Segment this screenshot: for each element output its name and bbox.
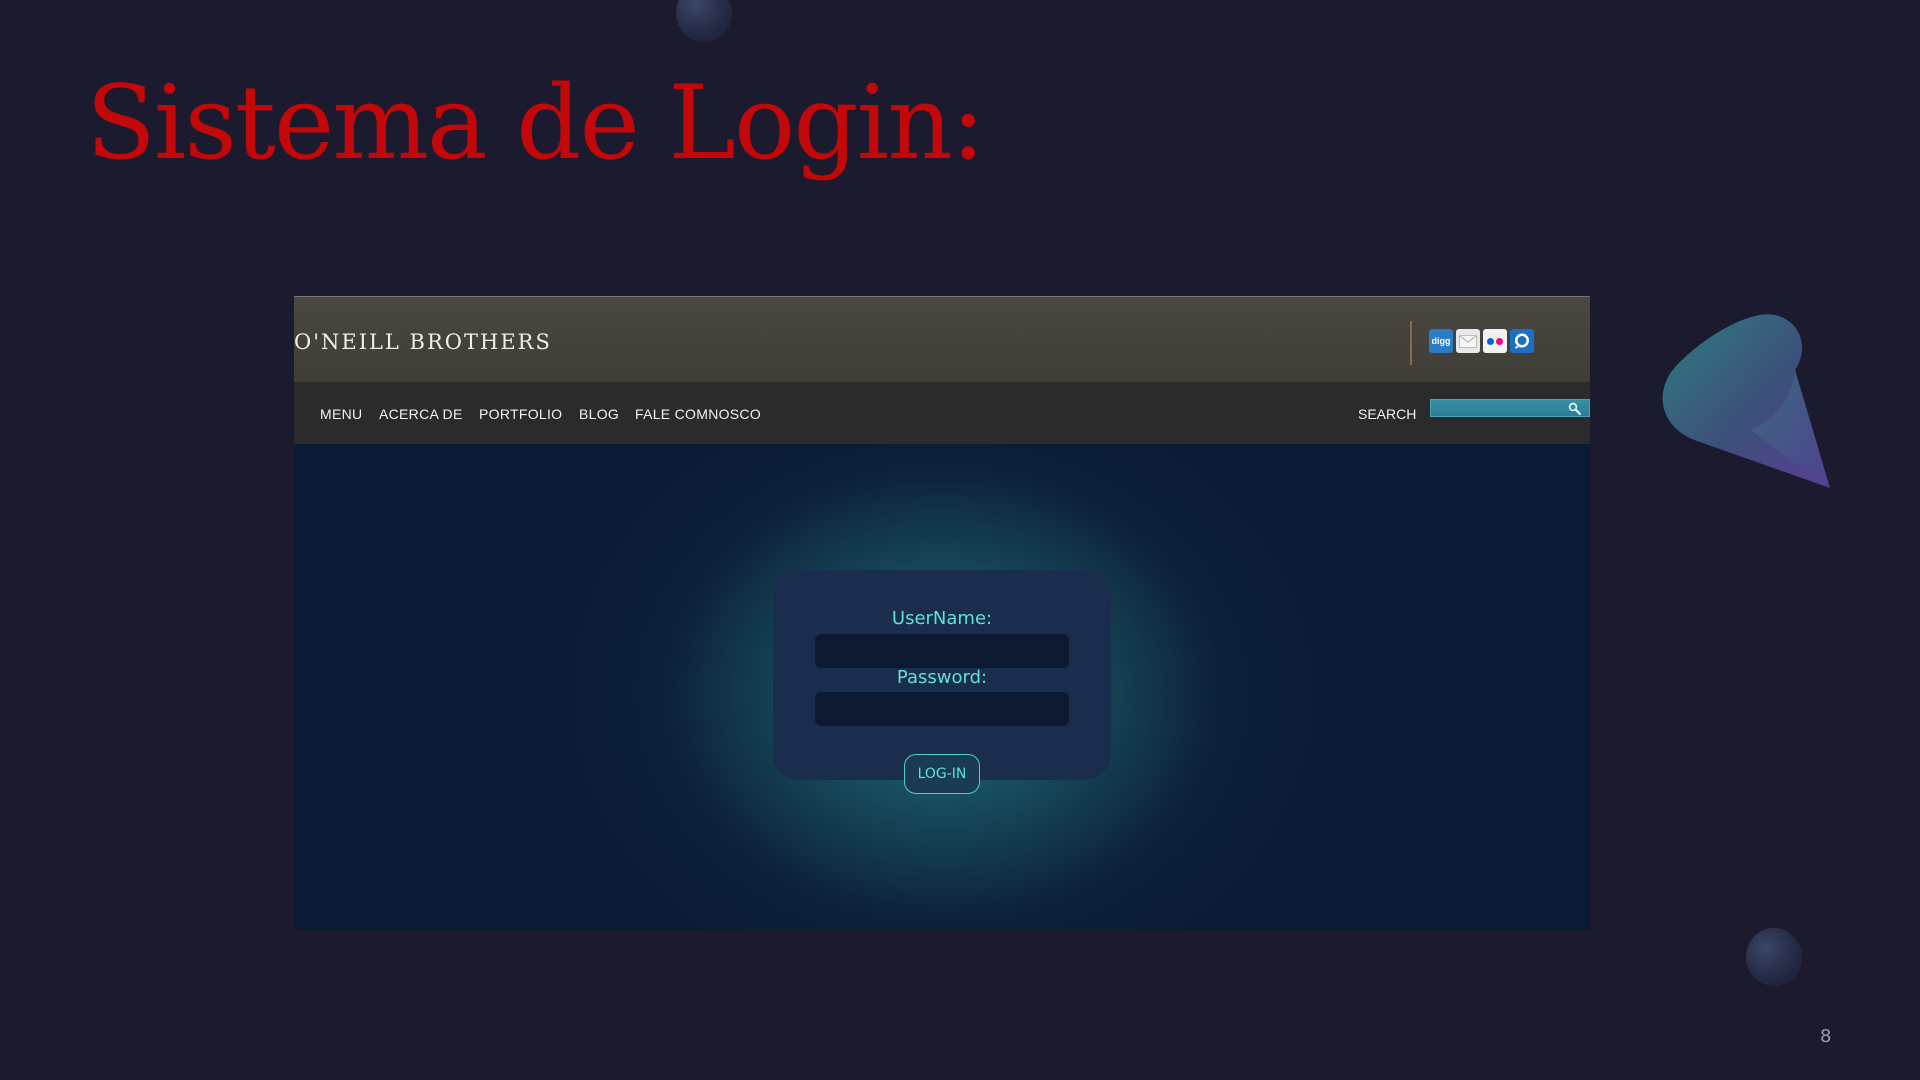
digg-icon-label: digg (1431, 336, 1451, 346)
login-area: UserName: Password: LOG-IN (294, 444, 1590, 930)
flickr-icon[interactable] (1483, 329, 1507, 353)
nav-item-fale-comnosco[interactable]: FALE COMNOSCO (635, 406, 761, 422)
decorative-sphere (676, 0, 732, 42)
flickr-pink-dot (1496, 337, 1503, 345)
chat-bubble-glyph (1515, 333, 1529, 349)
website-screenshot: O'NEILL BROTHERS digg MENU ACERCA DE POR… (294, 296, 1590, 930)
search-icon[interactable] (1568, 402, 1582, 416)
nav-item-acerca-de[interactable]: ACERCA DE (379, 406, 463, 422)
decorative-sphere (1746, 928, 1802, 986)
chat-icon[interactable] (1510, 329, 1534, 353)
digg-icon[interactable]: digg (1429, 329, 1453, 353)
password-field[interactable] (815, 692, 1069, 726)
decorative-cone (1662, 314, 1830, 488)
site-navigation: MENU ACERCA DE PORTFOLIO BLOG FALE COMNO… (294, 382, 1590, 444)
username-field[interactable] (815, 634, 1069, 668)
slide-title: Sistema de Login: (86, 64, 985, 183)
login-button[interactable]: LOG-IN (904, 754, 980, 794)
login-card: UserName: Password: (773, 570, 1111, 780)
search-input[interactable] (1430, 399, 1590, 417)
page-number: 8 (1820, 1026, 1832, 1047)
mail-icon[interactable] (1456, 329, 1480, 353)
search-label: SEARCH (1358, 406, 1417, 422)
flickr-blue-dot (1487, 337, 1494, 345)
username-label: UserName: (891, 608, 993, 629)
envelope-glyph (1459, 334, 1477, 348)
nav-item-blog[interactable]: BLOG (579, 406, 619, 422)
nav-item-menu[interactable]: MENU (320, 406, 362, 422)
presentation-slide: Sistema de Login: O'NEILL BROTHERS digg (0, 0, 1920, 1080)
nav-item-portfolio[interactable]: PORTFOLIO (479, 406, 562, 422)
site-header: O'NEILL BROTHERS digg (294, 296, 1590, 383)
password-label: Password: (896, 667, 988, 688)
header-divider (1410, 321, 1412, 365)
brand-logo-text[interactable]: O'NEILL BROTHERS (294, 330, 552, 354)
